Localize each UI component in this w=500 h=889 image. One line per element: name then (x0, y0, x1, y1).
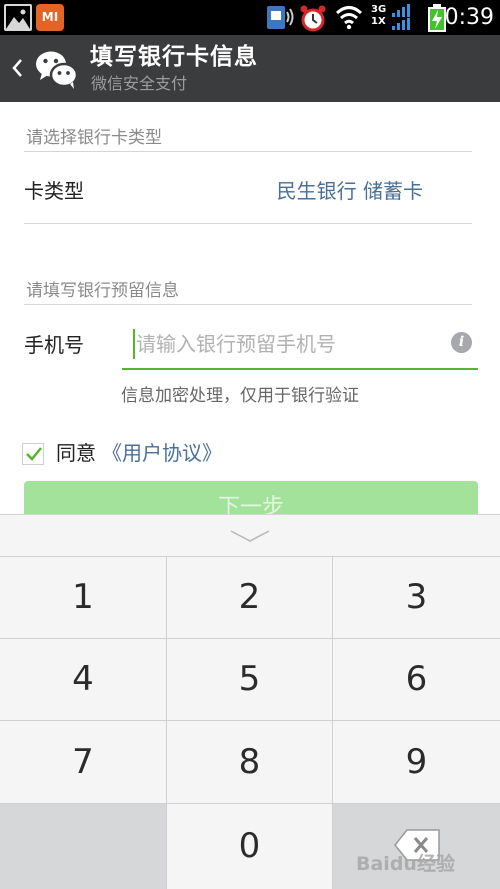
card-type-label: 卡类型 (24, 179, 84, 203)
sim-icon (267, 6, 294, 29)
back-chevron-icon[interactable] (10, 55, 24, 81)
text-caret (133, 329, 135, 359)
network-type-bottom: 1X (371, 16, 386, 27)
mi-app-icon: MI (36, 4, 64, 31)
network-type-top: 3G (371, 4, 387, 15)
phone-placeholder: 请输入银行预留手机号 (136, 332, 336, 356)
info-icon[interactable]: i (451, 332, 472, 353)
divider (24, 223, 472, 224)
key-7[interactable]: 7 (0, 721, 166, 803)
checkmark-icon (26, 447, 42, 461)
phone-input[interactable]: 请输入银行预留手机号 i (122, 322, 478, 370)
numeric-keyboard: 1 2 3 4 5 6 7 8 9 0 Baidu经验 (0, 514, 500, 889)
encryption-hint: 信息加密处理，仅用于银行验证 (121, 386, 359, 406)
title-bar: 填写银行卡信息 微信安全支付 (0, 35, 500, 102)
collapse-keyboard-icon[interactable] (229, 529, 271, 543)
reserved-section-label: 请填写银行预留信息 (26, 281, 179, 301)
card-type-value[interactable]: 民生银行 储蓄卡 (277, 177, 423, 205)
status-bar: MI 3G 1X 0:39 (0, 0, 500, 35)
phone-label: 手机号 (24, 333, 84, 357)
gallery-icon (4, 4, 32, 31)
page-title: 填写银行卡信息 (90, 44, 258, 70)
key-3[interactable]: 3 (333, 557, 500, 638)
key-6[interactable]: 6 (333, 639, 500, 720)
backspace-key[interactable] (333, 804, 500, 889)
card-section-label: 请选择银行卡类型 (26, 128, 162, 148)
key-9[interactable]: 9 (333, 721, 500, 803)
alarm-icon (300, 5, 326, 32)
signal-icon (392, 4, 410, 30)
blank-key (0, 804, 166, 889)
wifi-icon (335, 6, 363, 30)
key-8[interactable]: 8 (167, 721, 332, 803)
key-1[interactable]: 1 (0, 557, 166, 638)
keyboard-collapse-bar[interactable] (0, 514, 500, 556)
wechat-logo-icon (36, 51, 79, 89)
status-time: 0:39 (444, 5, 494, 30)
agree-checkbox[interactable] (22, 443, 44, 465)
key-5[interactable]: 5 (167, 639, 332, 720)
user-agreement-link[interactable]: 《用户协议》 (102, 439, 222, 467)
divider (24, 151, 472, 152)
page-subtitle: 微信安全支付 (91, 74, 188, 93)
key-2[interactable]: 2 (167, 557, 332, 638)
divider (24, 304, 472, 305)
key-0[interactable]: 0 (167, 804, 332, 889)
agree-label: 同意 (56, 441, 96, 465)
key-4[interactable]: 4 (0, 639, 166, 720)
baidu-watermark: Baidu经验 (356, 853, 455, 875)
